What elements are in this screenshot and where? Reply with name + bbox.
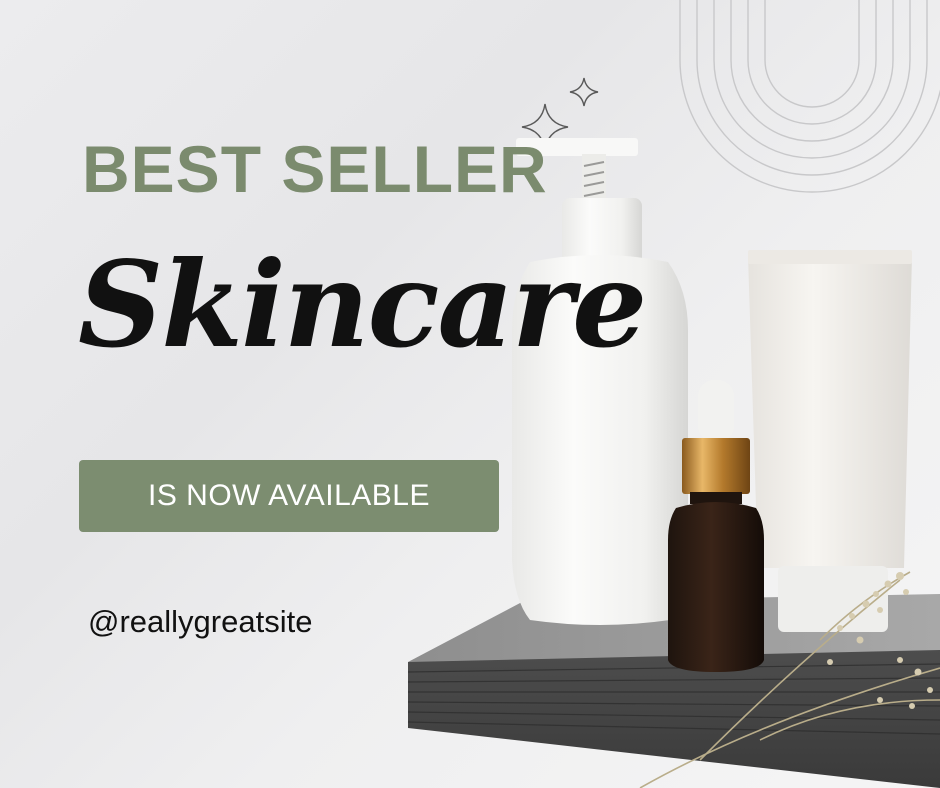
cta-button[interactable]: IS NOW AVAILABLE [79,460,499,532]
cta-label: IS NOW AVAILABLE [148,479,430,512]
cream-tube [748,250,912,632]
product-photo [407,0,940,788]
social-handle[interactable]: @reallygreatsite [88,604,312,640]
promo-poster: BEST SELLER Skincare IS NOW AVAILABLE @r… [0,0,940,788]
headline-best-seller: BEST SELLER [82,132,548,206]
script-title-skincare: Skincare [78,235,647,374]
pump-bottle [512,138,688,625]
arch-lines-icon [679,0,940,193]
